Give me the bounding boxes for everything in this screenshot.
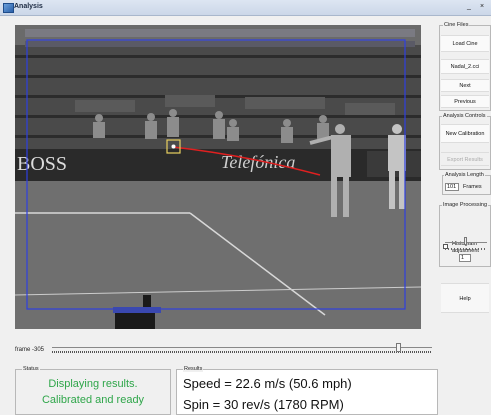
results-label: Results: [183, 366, 204, 372]
analysis-length-label: Analysis Length: [444, 172, 485, 178]
status-line-1: Displaying results.: [48, 378, 138, 390]
video-frame[interactable]: BOSS Telefónica: [15, 25, 421, 329]
app-icon: [3, 3, 14, 13]
image-processing-label: Image Processing: [442, 202, 489, 208]
next-button[interactable]: Next: [441, 79, 489, 92]
help-button[interactable]: Help: [441, 283, 489, 313]
frame-slider-thumb[interactable]: [396, 343, 401, 352]
analysis-length-field[interactable]: 101: [445, 183, 459, 191]
export-results-button[interactable]: Export Results: [441, 152, 489, 166]
title-bar: Analysis _ ×: [0, 0, 491, 16]
spin-value-field[interactable]: 1: [459, 254, 471, 262]
spin-result: Spin = 30 rev/s (1780 RPM): [183, 397, 344, 412]
new-calibration-button[interactable]: New Calibration: [441, 124, 489, 143]
control-sidebar: Cine Files Load Cine Nadal_2.cci Next Pr…: [439, 15, 491, 320]
analysis-controls-label: Analysis Controls: [442, 113, 487, 119]
frame-label: frame -305: [15, 347, 45, 353]
previous-button[interactable]: Previous: [441, 95, 489, 108]
results-group: Results Speed = 22.6 m/s (50.6 mph) Spin…: [176, 366, 438, 415]
tennis-court-scene: BOSS Telefónica: [15, 25, 421, 329]
status-label: Status: [22, 366, 40, 372]
frame-slider[interactable]: [52, 342, 432, 354]
minimize-button[interactable]: _: [464, 3, 474, 11]
boss-sign: BOSS: [17, 153, 67, 175]
close-button[interactable]: ×: [477, 3, 487, 11]
status-group: Status Displaying results. Calibrated an…: [15, 366, 171, 415]
window-title: Analysis: [14, 3, 43, 10]
load-cine-button[interactable]: Load Cine: [441, 35, 489, 52]
cine-filename: Nadal_2.cci: [441, 59, 489, 74]
cine-files-label: Cine Files: [443, 22, 470, 28]
speed-result: Speed = 22.6 m/s (50.6 mph): [183, 376, 352, 391]
processing-slider-ticks: [445, 248, 487, 250]
processing-slider-thumb[interactable]: [464, 237, 467, 245]
status-line-2: Calibrated and ready: [41, 394, 145, 406]
frames-label: Frames: [463, 184, 482, 190]
